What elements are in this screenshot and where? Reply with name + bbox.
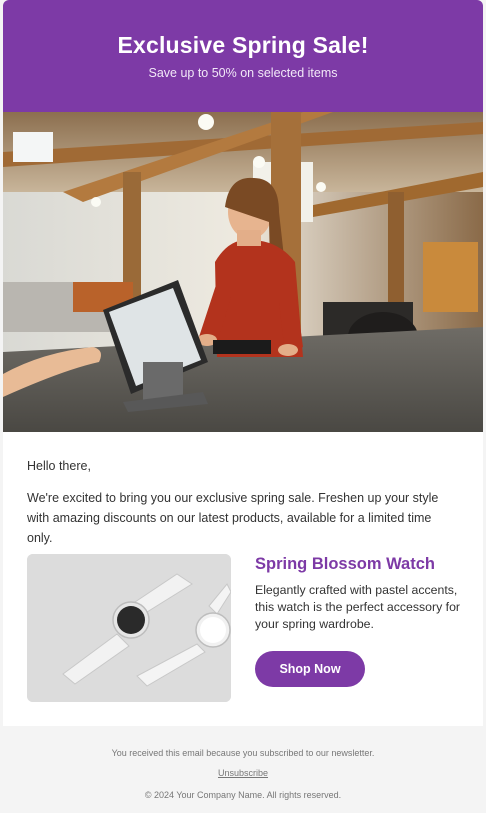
unsubscribe-link[interactable]: Unsubscribe: [218, 768, 268, 779]
hero-image: [3, 112, 483, 432]
product-title: Spring Blossom Watch: [255, 555, 435, 573]
product-info: Spring Blossom Watch Elegantly crafted w…: [255, 554, 465, 687]
header-title: Exclusive Spring Sale!: [117, 32, 369, 58]
email-body: Hello there, We're excited to bring you …: [3, 432, 483, 726]
header-subtitle: Save up to 50% on selected items: [148, 66, 338, 80]
subscription-notice: You received this email because you subs…: [111, 748, 375, 758]
copyright-text: © 2024 Your Company Name. All rights res…: [144, 790, 342, 800]
email-header: Exclusive Spring Sale! Save up to 50% on…: [3, 0, 483, 112]
product-image: [27, 554, 231, 702]
product-description: Elegantly crafted with pastel accents, t…: [255, 583, 461, 631]
email-container: Exclusive Spring Sale! Save up to 50% on…: [3, 0, 483, 813]
email-footer: You received this email because you subs…: [3, 726, 483, 801]
intro-text: We're excited to bring you our exclusive…: [27, 491, 439, 545]
product-card: Spring Blossom Watch Elegantly crafted w…: [27, 554, 460, 702]
shop-now-button[interactable]: Shop Now: [255, 651, 365, 687]
greeting-text: Hello there,: [27, 459, 91, 473]
